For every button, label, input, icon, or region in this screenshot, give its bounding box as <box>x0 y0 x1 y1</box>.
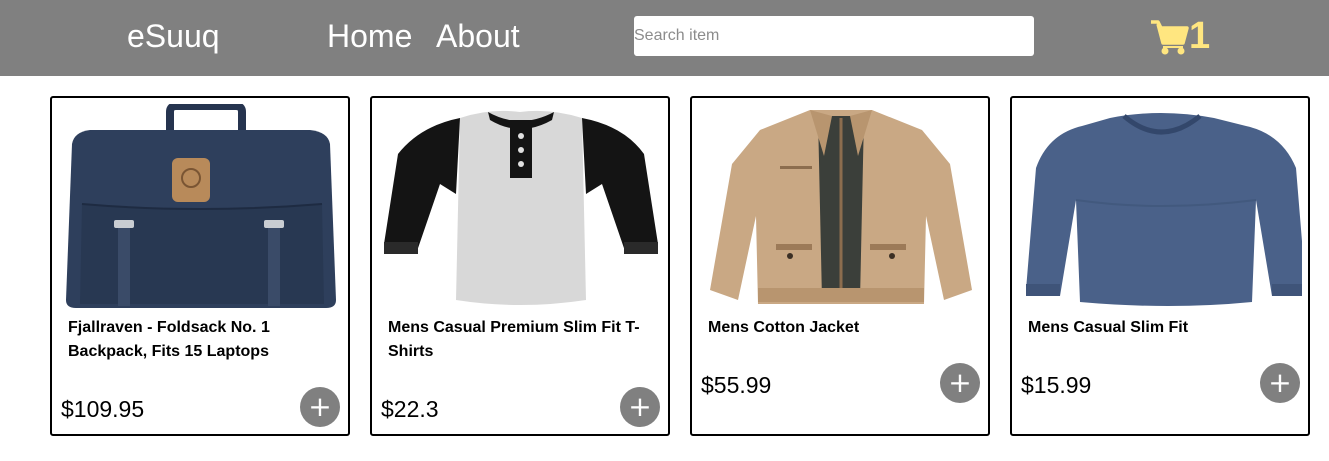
nav-link-home[interactable]: Home <box>327 16 412 56</box>
product-card[interactable]: Mens Casual Premium Slim Fit T-Shirts $2… <box>370 96 670 436</box>
product-price: $22.3 <box>381 396 439 422</box>
product-price: $15.99 <box>1021 372 1092 398</box>
product-image-backpack[interactable] <box>60 104 342 310</box>
add-to-cart-button[interactable]: + <box>620 387 660 427</box>
nav-link-about[interactable]: About <box>436 16 520 56</box>
product-price: $55.99 <box>701 372 772 398</box>
tshirt-image <box>384 110 658 305</box>
add-to-cart-button[interactable]: + <box>1260 363 1300 403</box>
navbar: eSuuq Home About 1 <box>0 0 1329 76</box>
brand-logo[interactable]: eSuuq <box>127 16 220 56</box>
shopping-cart-icon <box>1151 20 1189 55</box>
product-title[interactable]: Mens Casual Slim Fit <box>1028 316 1298 340</box>
add-to-cart-button[interactable]: + <box>940 363 980 403</box>
add-to-cart-button[interactable]: + <box>300 387 340 427</box>
product-image-shirt[interactable] <box>1020 104 1302 310</box>
product-title[interactable]: Fjallraven - Foldsack No. 1 Backpack, Fi… <box>68 316 338 364</box>
jacket-image <box>710 110 972 304</box>
search-input[interactable] <box>634 16 1034 56</box>
product-card[interactable]: Mens Cotton Jacket $55.99 + <box>690 96 990 436</box>
shirt-image <box>1026 113 1302 306</box>
product-image-tshirt[interactable] <box>380 104 662 310</box>
product-card[interactable]: Mens Casual Slim Fit $15.99 + <box>1010 96 1310 436</box>
product-image-jacket[interactable] <box>700 104 982 310</box>
cart-count-badge: 1 <box>1189 15 1211 57</box>
backpack-image <box>66 104 336 308</box>
cart-button[interactable]: 1 <box>1149 12 1210 60</box>
product-title[interactable]: Mens Casual Premium Slim Fit T-Shirts <box>388 316 658 364</box>
product-title[interactable]: Mens Cotton Jacket <box>708 316 978 340</box>
product-card[interactable]: Fjallraven - Foldsack No. 1 Backpack, Fi… <box>50 96 350 436</box>
product-price: $109.95 <box>61 396 145 422</box>
